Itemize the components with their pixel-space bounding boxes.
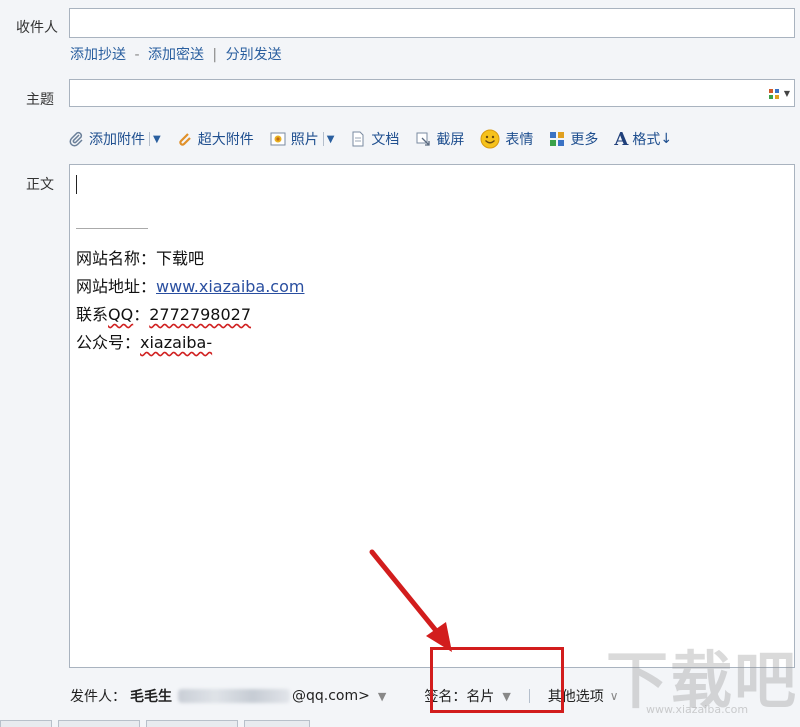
annotation-arrow — [369, 549, 452, 652]
grid-icon — [549, 131, 565, 147]
add-cc-link[interactable]: 添加抄送 — [70, 47, 126, 63]
signature-key: 网站地址： — [76, 277, 157, 296]
subject-input[interactable]: ▼ — [69, 79, 795, 107]
signature-colon: ： — [133, 305, 150, 324]
document-label: 文档 — [371, 132, 400, 148]
send-separately-link[interactable]: 分别发送 — [226, 47, 282, 63]
photo-icon — [270, 131, 286, 147]
signature-key: 公众号： — [76, 333, 141, 352]
document-button[interactable]: 文档 — [350, 129, 399, 149]
signature-line: 网站地址：www.xiazaiba.com — [76, 273, 794, 301]
to-input[interactable] — [69, 8, 795, 38]
format-arrow-icon: ↓ — [660, 131, 673, 147]
signature-key-qq: QQ — [108, 305, 134, 324]
sender-email-redacted — [178, 689, 290, 703]
bottom-button[interactable] — [0, 720, 52, 727]
link-separator: | — [212, 47, 218, 63]
large-attachment-label: 超大附件 — [197, 132, 254, 148]
link-separator: - — [134, 47, 140, 63]
cc-links: 添加抄送 - 添加密送 | 分别发送 — [70, 44, 282, 64]
emoji-label: 表情 — [505, 132, 534, 148]
large-clip-icon — [177, 131, 193, 147]
signature-value: xiazaiba- — [140, 333, 213, 352]
bottom-button-strip — [0, 720, 800, 727]
photo-label: 照片 — [290, 132, 319, 148]
sender-dropdown-icon[interactable]: ▼ — [378, 690, 386, 703]
website-link[interactable]: www.xiazaiba.com — [156, 277, 304, 296]
signature-line: 联系QQ：2772798027 — [76, 301, 794, 329]
more-label: 更多 — [570, 132, 599, 148]
photo-dropdown-icon[interactable]: ▼ — [327, 134, 335, 145]
smiley-icon — [480, 129, 500, 149]
bottom-button[interactable] — [244, 720, 310, 727]
sender-name: 毛毛生 — [130, 689, 172, 705]
photo-button[interactable]: 照片 ▼ — [270, 129, 335, 149]
subject-label: 主题 — [26, 92, 54, 108]
attachment-dropdown-icon[interactable]: ▼ — [153, 134, 161, 145]
document-icon — [350, 131, 366, 147]
add-bcc-link[interactable]: 添加密送 — [148, 47, 204, 63]
more-button[interactable]: 更多 — [549, 129, 598, 149]
signature-key: 联系 — [76, 305, 109, 324]
chevron-down-icon[interactable]: ▼ — [784, 89, 790, 98]
divider — [149, 132, 150, 146]
format-label: 格式 — [632, 132, 661, 148]
signature-line: 公众号：xiazaiba- — [76, 329, 794, 357]
screenshot-label: 截屏 — [436, 132, 465, 148]
format-button[interactable]: A 格式 ↓ — [614, 129, 672, 150]
signature-highlight-box — [430, 647, 564, 713]
paperclip-icon — [68, 131, 84, 147]
add-attachment-button[interactable]: 添加附件 ▼ — [68, 129, 161, 149]
signature-line: 网站名称：下载吧 — [76, 245, 794, 273]
signature-value: 2772798027 — [149, 305, 252, 324]
to-label: 收件人 — [16, 20, 58, 36]
text-caret — [76, 175, 77, 194]
signature-key: 网站名称： — [76, 249, 157, 268]
divider — [322, 132, 324, 146]
layout-grid-icon[interactable] — [769, 88, 780, 99]
add-attachment-label: 添加附件 — [89, 132, 145, 148]
compose-toolbar: 添加附件 ▼ 超大附件 照片 ▼ 文档 截屏 表情 更多 A 格式 ↓ — [68, 126, 688, 152]
watermark-url: www.xiazaiba.com — [646, 703, 749, 716]
format-a-icon: A — [614, 128, 629, 150]
screenshot-icon — [415, 131, 431, 147]
sender-label: 发件人： — [70, 689, 126, 705]
large-attachment-button[interactable]: 超大附件 — [177, 129, 254, 149]
signature-divider — [76, 228, 148, 229]
signature-value: 下载吧 — [156, 249, 205, 268]
emoji-button[interactable]: 表情 — [480, 129, 533, 149]
body-label: 正文 — [26, 177, 54, 193]
bottom-button[interactable] — [58, 720, 140, 727]
bottom-button[interactable] — [146, 720, 238, 727]
sender-email-suffix: @qq.com> — [292, 688, 370, 704]
screenshot-button[interactable]: 截屏 — [415, 129, 464, 149]
